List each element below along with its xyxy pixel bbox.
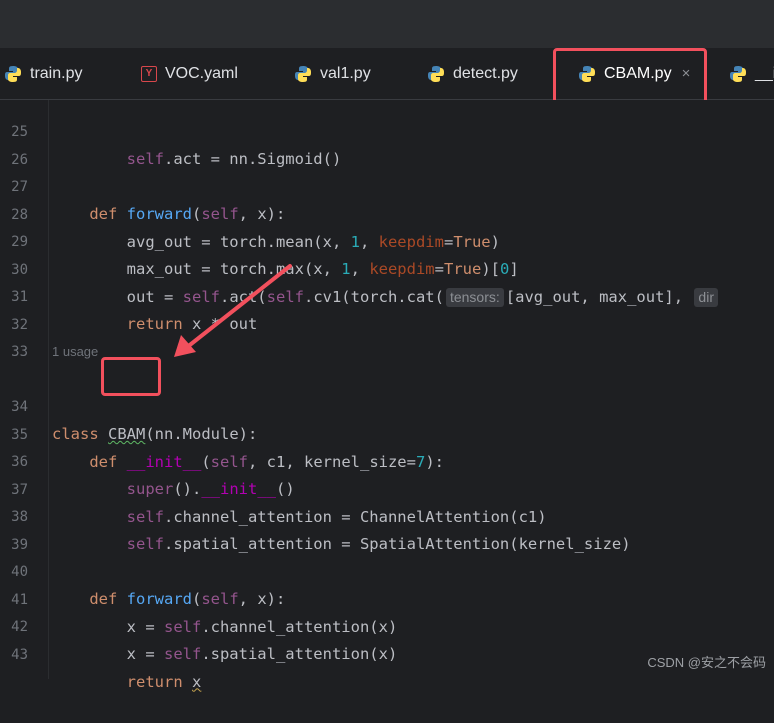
annotation-arrow [174, 264, 292, 357]
watermark: CSDN @安之不会码 [647, 655, 766, 670]
